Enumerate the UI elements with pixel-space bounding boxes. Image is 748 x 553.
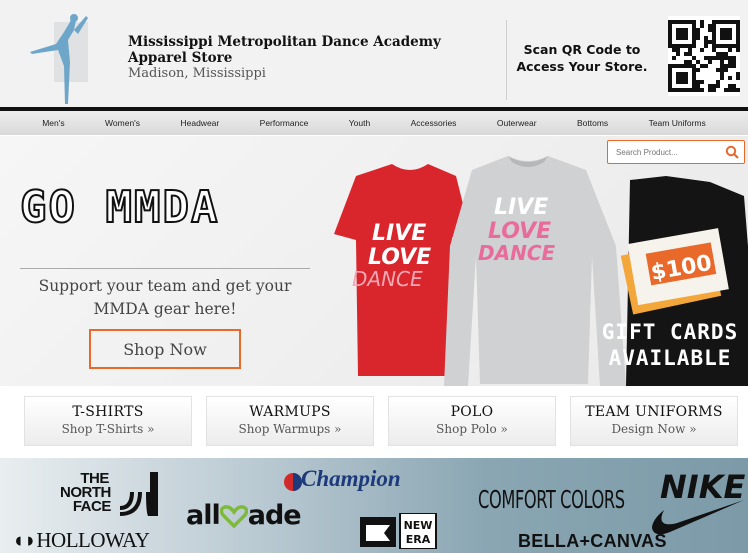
qr-code-icon[interactable] — [668, 16, 740, 96]
brand-champion[interactable]: Champion — [283, 466, 401, 492]
nav-item-bottoms[interactable]: Bottoms — [577, 118, 608, 128]
store-location: Madison, Mississippi — [128, 66, 266, 81]
nav-item-headwear[interactable]: Headwear — [180, 118, 219, 128]
red-shirt-text-1: LIVE — [372, 221, 426, 246]
gift-text-line-1: GIFT CARDS — [601, 320, 739, 344]
new-era-line-2: ERA — [406, 533, 431, 546]
nav-item-performance[interactable]: Performance — [260, 118, 309, 128]
hero-divider — [20, 268, 310, 269]
category-tile-team-uniforms[interactable]: TEAM UNIFORMS Design Now » — [570, 396, 738, 446]
category-title: T-SHIRTS — [72, 404, 144, 420]
category-link[interactable]: Shop Polo » — [389, 422, 555, 436]
brand-comfort-colors[interactable]: COMFORT COLORS — [478, 485, 625, 514]
nav-item-mens[interactable]: Men's — [42, 118, 64, 128]
category-link[interactable]: Design Now » — [571, 422, 737, 436]
dancer-logo-icon[interactable] — [28, 10, 108, 106]
main-nav: Men's Women's Headwear Performance Youth… — [0, 111, 748, 135]
nav-item-accessories[interactable]: Accessories — [411, 118, 457, 128]
hero-title: GO MMDA — [19, 181, 220, 234]
allmade-text-pre: all — [186, 500, 221, 531]
new-era-line-1: NEW — [404, 519, 433, 532]
category-link[interactable]: Shop Warmups » — [207, 422, 373, 436]
nav-item-team-uniforms[interactable]: Team Uniforms — [649, 118, 706, 128]
store-header: Mississippi Metropolitan Dance Academy A… — [0, 0, 748, 108]
brand-logos: THE NORTH FACE ◖◗HOLLOWAY Champion all ad… — [0, 458, 748, 553]
brand-the-north-face[interactable]: THE NORTH FACE — [60, 471, 112, 515]
brand-bella-canvas[interactable]: BELLA+CANVAS — [518, 531, 667, 552]
brand-holloway[interactable]: ◖◗HOLLOWAY — [12, 528, 150, 553]
holloway-logo-icon: ◖◗ — [12, 528, 37, 552]
store-name: Mississippi Metropolitan Dance Academy A… — [128, 34, 441, 66]
holloway-text: HOLLOWAY — [36, 528, 150, 552]
category-title: POLO — [450, 404, 494, 420]
nav-item-youth[interactable]: Youth — [349, 118, 370, 128]
category-link[interactable]: Shop T-Shirts » — [25, 422, 191, 436]
north-face-logo-icon — [120, 472, 158, 516]
category-tiles: T-SHIRTS Shop T-Shirts » WARMUPS Shop Wa… — [0, 392, 748, 450]
category-tile-t-shirts[interactable]: T-SHIRTS Shop T-Shirts » — [24, 396, 192, 446]
search-box — [607, 140, 745, 164]
scan-qr-text: Scan QR Code to Access Your Store. — [516, 42, 648, 74]
gift-text-line-2: AVAILABLE — [608, 346, 732, 370]
category-tile-warmups[interactable]: WARMUPS Shop Warmups » — [206, 396, 374, 446]
category-title: WARMUPS — [249, 404, 331, 420]
red-shirt-text-3: DANCE — [352, 267, 423, 291]
allmade-text-post: ade — [247, 500, 302, 531]
allmade-heart-icon — [219, 505, 249, 529]
tnf-line-3: FACE — [72, 498, 112, 515]
gray-shirt-text-1: LIVE — [494, 195, 548, 220]
nav-item-womens[interactable]: Women's — [105, 118, 140, 128]
category-tile-polo[interactable]: POLO Shop Polo » — [388, 396, 556, 446]
category-title: TEAM UNIFORMS — [585, 404, 723, 420]
shop-now-button[interactable]: Shop Now — [89, 329, 241, 369]
brand-new-era[interactable]: NEW ERA — [360, 513, 438, 549]
nav-item-outerwear[interactable]: Outerwear — [497, 118, 537, 128]
hero-subtitle: Support your team and get your MMDA gear… — [38, 277, 292, 318]
gift-cards-text: GIFT CARDS AVAILABLE — [594, 319, 746, 371]
search-input[interactable] — [616, 147, 724, 157]
header-divider — [506, 20, 507, 100]
hero-banner: GO MMDA Support your team and get your M… — [0, 136, 748, 386]
gray-shirt-text-3: DANCE — [478, 241, 555, 265]
brand-allmade[interactable]: all ade — [186, 500, 302, 531]
search-icon[interactable] — [725, 145, 739, 159]
